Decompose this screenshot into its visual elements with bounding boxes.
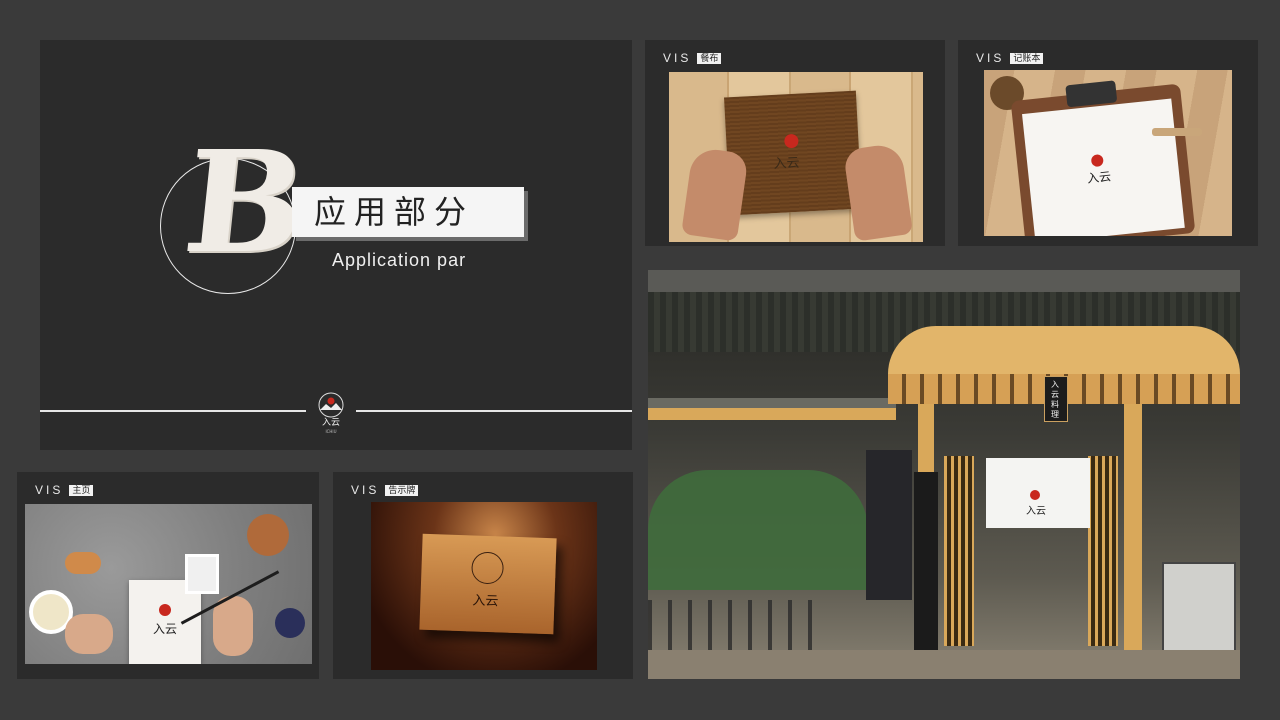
bamboo-plants (648, 470, 868, 590)
gate-arch (888, 326, 1240, 374)
svg-text:ICHIU: ICHIU (325, 429, 336, 434)
homepage-photo: 入云 (25, 504, 312, 664)
blueberry-bowl (275, 608, 305, 638)
card-label: 餐布 (697, 52, 722, 64)
card-tag: VIS 主页 (35, 483, 94, 497)
noren-curtain: 入云 (986, 458, 1090, 528)
croissant (65, 552, 101, 574)
card-tag: VIS 餐布 (663, 51, 722, 65)
left-hand (65, 614, 113, 654)
logo-sun-icon (1090, 153, 1104, 168)
card-label: 记账本 (1010, 52, 1044, 64)
clipboard-paper: 入云 (1022, 98, 1185, 236)
card-tag: VIS 告示牌 (351, 483, 419, 497)
section-title-en: Application par (332, 250, 467, 270)
metal-clip (1065, 80, 1118, 108)
clipboard-board: 入云 (1010, 80, 1196, 236)
lattice-door-left (944, 456, 974, 646)
corkscrew (1152, 128, 1202, 136)
noren-brand: 入云 (1026, 506, 1046, 517)
divider-right (356, 410, 632, 412)
card-prefix: VIS (351, 483, 380, 497)
gate-pillar-right (1124, 404, 1142, 654)
logo-sun-icon (784, 133, 799, 149)
svg-text:入云: 入云 (322, 417, 340, 428)
divider-left (40, 410, 306, 412)
card-label: 主页 (69, 484, 94, 496)
napkin-brand: 入云 (773, 155, 800, 173)
bread-roll (247, 514, 289, 556)
lattice-door-right (1088, 456, 1118, 646)
card-prefix: VIS (663, 51, 692, 65)
awning-top (648, 270, 1240, 292)
clipboard-photo: 入云 (984, 70, 1232, 236)
logo-sun-icon (159, 604, 171, 616)
sign-brand: 入云 (472, 593, 499, 610)
logo-ring-icon (471, 551, 505, 585)
right-hand (842, 142, 914, 242)
left-hand (681, 146, 749, 242)
card-prefix: VIS (35, 483, 64, 497)
card-homepage: VIS 主页 入云 (17, 472, 319, 679)
napkin-photo: 入云 (669, 72, 923, 242)
card-clipboard: VIS 记账本 入云 (958, 40, 1258, 246)
card-prefix: VIS (976, 51, 1005, 65)
vertical-sign-text: 入云料理 (1051, 380, 1059, 419)
clipboard-brand: 入云 (1086, 169, 1112, 186)
standing-sign (1162, 562, 1236, 658)
brand-logo-icon: 入云 ICHIU (318, 392, 344, 434)
menu-brand: 入云 (153, 622, 178, 636)
small-photo (185, 554, 219, 594)
pavement (648, 650, 1240, 679)
lantern-post (914, 472, 938, 672)
card-tag: VIS 记账本 (976, 51, 1044, 65)
wood-beam-left (648, 408, 896, 420)
menu-board (866, 450, 912, 600)
card-napkin: VIS 餐布 入云 (645, 40, 945, 246)
burlap-napkin: 入云 (724, 90, 862, 216)
storefront-photo: 入云料理 入云 (648, 270, 1240, 679)
logo-sun-icon (1030, 490, 1040, 500)
wooden-sign: 入云 (419, 533, 557, 635)
card-signboard: VIS 告示牌 入云 (333, 472, 633, 679)
section-title-cn: 应用部分 (292, 187, 524, 237)
card-label: 告示牌 (385, 484, 419, 496)
signboard-photo: 入云 (371, 502, 597, 670)
section-title-panel: B 应用部分 Application par 入云 ICHIU (40, 40, 632, 450)
vertical-sign: 入云料理 (1044, 376, 1068, 422)
tile-eave (648, 398, 896, 408)
